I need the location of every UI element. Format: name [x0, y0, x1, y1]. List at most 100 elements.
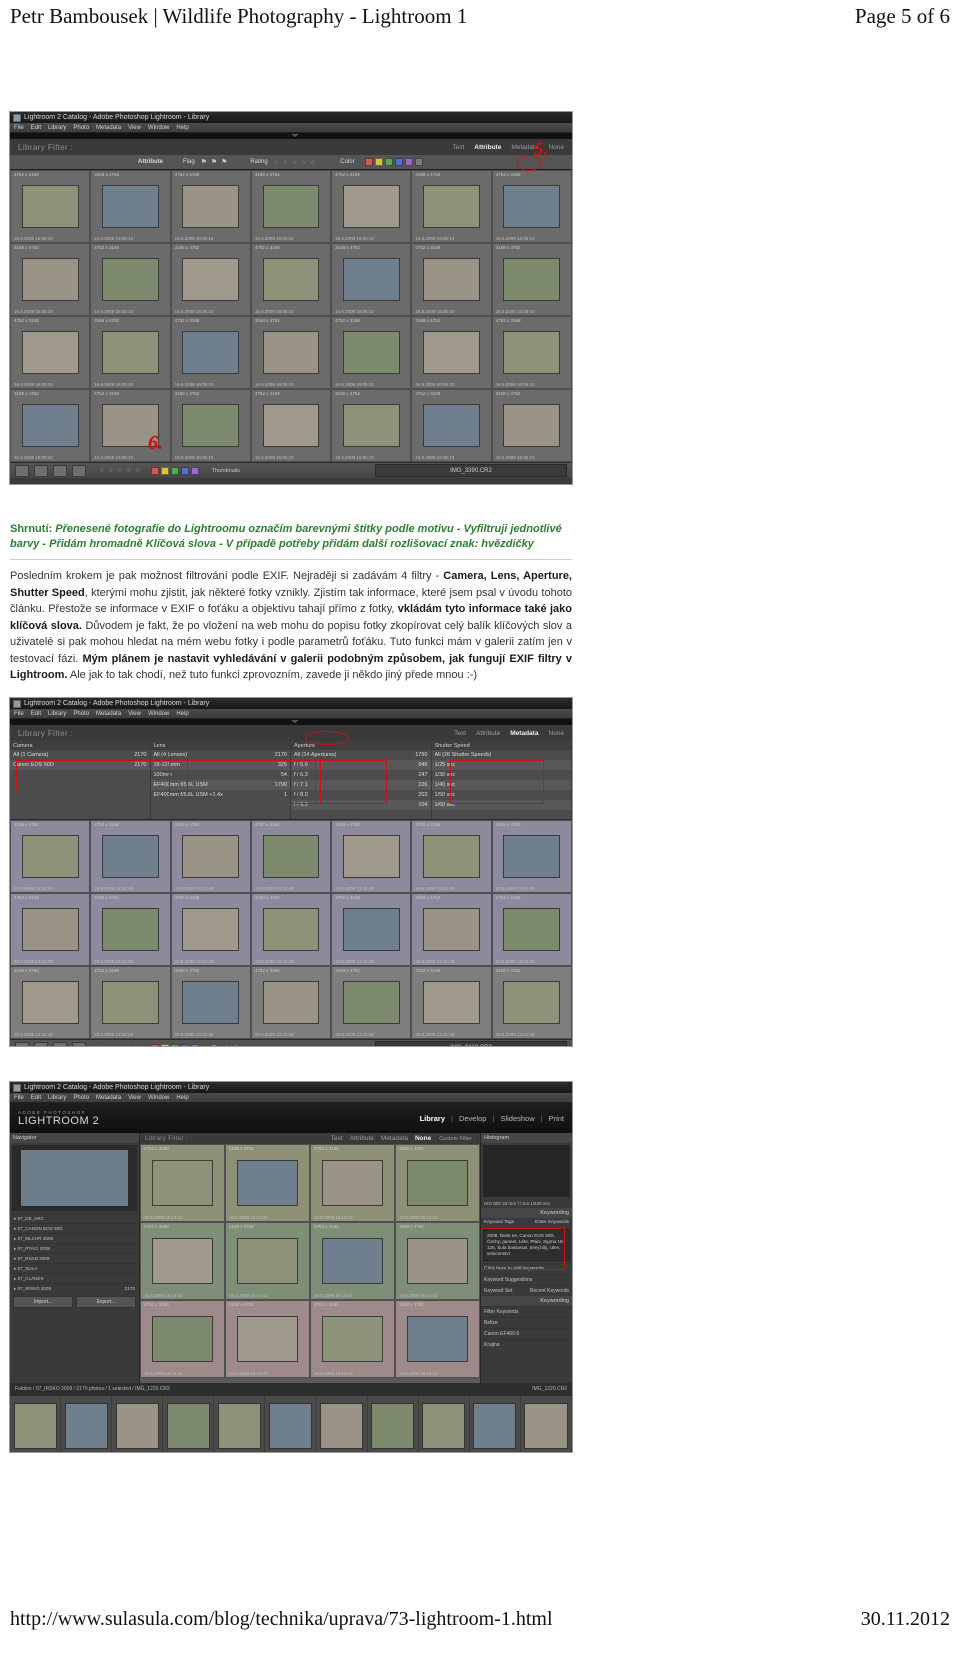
chevron-down-icon[interactable]	[291, 134, 299, 137]
module-print[interactable]: Print	[549, 1114, 564, 1123]
thumbnail-cell[interactable]: 4752 x 3168 20.6.2009 13:41:48	[90, 820, 171, 893]
thumbnail-image[interactable]	[182, 330, 240, 375]
thumbnail-cell[interactable]: 4752 x 3168 16.6.2009 16:14:42	[140, 1222, 225, 1300]
keyword-item-2[interactable]: Krajina	[481, 1339, 572, 1350]
thumbnail-cell[interactable]: 3168 x 4752 20.6.2009 13:41:48	[250, 893, 332, 966]
thumbnail-image[interactable]	[21, 184, 79, 229]
metadata-row[interactable]: All (4 Lenses) 2170	[151, 750, 291, 760]
rating-stars[interactable]: ☆ ☆ ☆ ☆ ☆	[274, 159, 317, 166]
filmstrip-cell[interactable]	[214, 1396, 266, 1452]
thumbnail-image[interactable]	[322, 1237, 383, 1285]
filmstrip-thumbnail[interactable]	[371, 1403, 415, 1449]
thumbnail-cell[interactable]: 4752 x 3168 20.6.2009 13:41:48	[411, 966, 492, 1039]
keyword-suggestions-header[interactable]: Keyword Suggestions	[481, 1274, 572, 1285]
thumbnail-image[interactable]	[342, 834, 400, 879]
menu-window[interactable]: Window	[148, 125, 169, 131]
thumbnail-image[interactable]	[342, 907, 400, 952]
thumbnail-cell[interactable]: 4752 x 3168 20.6.2009 13:41:48	[411, 820, 492, 893]
toolbar-rating-stars[interactable]: ☆ ☆ ☆ ☆ ☆	[99, 467, 142, 474]
survey-view-icon-2[interactable]	[72, 1041, 86, 1046]
metadata-row[interactable]: f / 7.1 226	[291, 780, 431, 790]
thumbnail-cell[interactable]: 4752 x 3168 16.6.2009 16:14:42	[310, 1144, 395, 1222]
filmstrip-thumbnail[interactable]	[473, 1403, 517, 1449]
thumbnail-image[interactable]	[102, 403, 159, 448]
thumbnail-cell[interactable]: 4752 x 3168 20.6.2009 13:41:48	[10, 893, 91, 966]
thumbnail-image[interactable]	[503, 330, 561, 375]
metadata-row[interactable]: 1/30 sec	[432, 770, 572, 780]
catalog-folder-item[interactable]: ▸ 07_DE_ARC	[10, 1213, 139, 1223]
thumbnail-cell[interactable]: 4752 x 3168 16.6.2009 16:05:10	[250, 389, 332, 462]
thumbnail-cell[interactable]: 3168 x 4752 20.6.2009 13:41:48	[331, 966, 412, 1039]
thumbnail-grid-2[interactable]: 3168 x 4752 20.6.2009 13:41:48 4752 x 3168…	[10, 820, 572, 1039]
thumbnail-cell[interactable]: 3168 x 4752 16.6.2009 16:05:10	[411, 316, 492, 389]
thumbnail-image[interactable]	[21, 403, 79, 448]
thumbnail-image[interactable]	[102, 184, 159, 229]
color-swatch-green[interactable]	[384, 158, 393, 166]
toolbar-swatch-red[interactable]	[150, 466, 159, 475]
thumbnail-cell[interactable]: 3168 x 4752 20.6.2009 13:41:48	[491, 820, 572, 893]
thumbnail-cell[interactable]: 4752 x 3168 16.6.2009 16:05:10	[10, 170, 91, 243]
thumbnail-cell[interactable]: 3168 x 4752 16.6.2009 16:05:10	[10, 389, 91, 462]
metadata-row[interactable]: All (26 Shutter Speeds)	[432, 750, 572, 760]
menu-edit-3[interactable]: Edit	[31, 1095, 41, 1101]
metadata-row[interactable]: Canon EOS 50D 2170	[10, 760, 150, 770]
keyword-list-header[interactable]: Keywording	[481, 1296, 572, 1306]
thumbnail-image[interactable]	[503, 257, 561, 302]
thumbnail-image[interactable]	[182, 257, 240, 302]
thumbnail-cell[interactable]: 4752 x 3168 20.6.2009 13:41:48	[250, 966, 332, 1039]
thumbnail-cell[interactable]: 4752 x 3168 16.6.2009 16:14:42	[140, 1144, 225, 1222]
thumbnail-cell[interactable]: 4752 x 3168 16.6.2009 16:05:10	[411, 243, 492, 316]
thumbnail-cell[interactable]: 4752 x 3168 16.6.2009 16:14:42	[310, 1300, 395, 1378]
menu-file-2[interactable]: File	[14, 711, 24, 717]
menu-window-3[interactable]: Window	[148, 1095, 169, 1101]
metadata-row[interactable]: 1/60 sec	[431, 800, 571, 810]
app-logo[interactable]: ADOBE PHOTOSHOP LIGHTROOM 2	[18, 1110, 99, 1127]
filter-tab-attribute-3[interactable]: Attribute	[350, 1135, 374, 1142]
filmstrip-cell[interactable]	[368, 1396, 419, 1452]
thumbnail-cell[interactable]: 3168 x 4752 16.6.2009 16:14:42	[395, 1300, 480, 1378]
thumbnail-image[interactable]	[262, 907, 320, 952]
thumbnail-cell[interactable]: 4752 x 3168 16.6.2009 16:05:10	[90, 243, 171, 316]
thumbnail-cell[interactable]: 3168 x 4752 20.6.2009 13:41:48	[491, 966, 572, 1039]
thumbnail-cell[interactable]: 4752 x 3168 16.6.2009 16:05:10	[170, 316, 251, 389]
filmstrip-cell[interactable]	[419, 1396, 470, 1452]
menu-view-2[interactable]: View	[128, 711, 141, 717]
thumbnail-image[interactable]	[342, 980, 400, 1025]
thumbnail-image[interactable]	[182, 403, 240, 448]
thumbnail-image[interactable]	[423, 330, 480, 375]
metadata-row[interactable]: All (14 Apertures) 1790	[291, 750, 431, 760]
thumbnail-image[interactable]	[102, 980, 159, 1025]
catalog-folder-item[interactable]: ▸ 07_CANON EOS 50D	[10, 1223, 139, 1233]
survey-view-icon[interactable]	[72, 464, 86, 477]
thumbnail-cell[interactable]: 4752 x 3168 20.6.2009 13:41:48	[170, 893, 251, 966]
thumbnail-image[interactable]	[237, 1315, 298, 1363]
metadata-column[interactable]: Aperture All (14 Apertures) 1790 f / 5.6 946…	[291, 741, 432, 819]
module-develop[interactable]: Develop	[459, 1114, 487, 1123]
thumbnail-image[interactable]	[21, 330, 79, 375]
thumbnail-cell[interactable]: 4752 x 3168 20.6.2009 13:41:48	[250, 820, 332, 893]
metadata-row[interactable]: 1/40 sec	[431, 780, 571, 790]
filter-tab-text[interactable]: Text	[452, 144, 464, 151]
color-swatch-purple[interactable]	[404, 158, 413, 166]
menu-view-3[interactable]: View	[128, 1095, 141, 1101]
thumbnail-cell[interactable]: 4752 x 3168 16.6.2009 16:05:10	[250, 243, 332, 316]
metadata-row[interactable]: f / 9.0 104	[291, 800, 431, 810]
keywording-header[interactable]: Keywording	[481, 1208, 572, 1218]
metadata-row[interactable]: f / 5.6 946	[291, 760, 431, 770]
thumbnail-cell[interactable]: 4752 x 3168 16.6.2009 16:05:10	[491, 316, 572, 389]
thumbnail-image[interactable]	[262, 403, 320, 448]
filmstrip-thumbnail[interactable]	[217, 1403, 261, 1449]
library-filter-bar[interactable]: Library Filter : Text Attribute Metadata…	[10, 139, 572, 170]
thumbnail-grid-3[interactable]: 4752 x 3168 16.6.2009 16:14:42 3168 x 4752…	[140, 1144, 480, 1378]
toolbar-swatch-blue-2[interactable]	[180, 1043, 189, 1046]
thumbnail-cell[interactable]: 3168 x 4752 16.6.2009 16:14:42	[225, 1144, 310, 1222]
custom-filter-label[interactable]: Custom Filter :	[439, 1136, 475, 1142]
filter-keywords-field[interactable]: Filter Keywords	[481, 1306, 572, 1317]
filmstrip-thumbnail[interactable]	[524, 1403, 568, 1449]
filmstrip-thumbnail[interactable]	[320, 1403, 364, 1449]
menu-metadata-3[interactable]: Metadata	[96, 1095, 121, 1101]
thumbnail-image[interactable]	[423, 907, 480, 952]
thumbnail-image[interactable]	[102, 330, 159, 375]
thumbnail-image[interactable]	[182, 184, 240, 229]
thumbnail-cell[interactable]: 3168 x 4752 16.6.2009 16:05:10	[491, 389, 572, 462]
